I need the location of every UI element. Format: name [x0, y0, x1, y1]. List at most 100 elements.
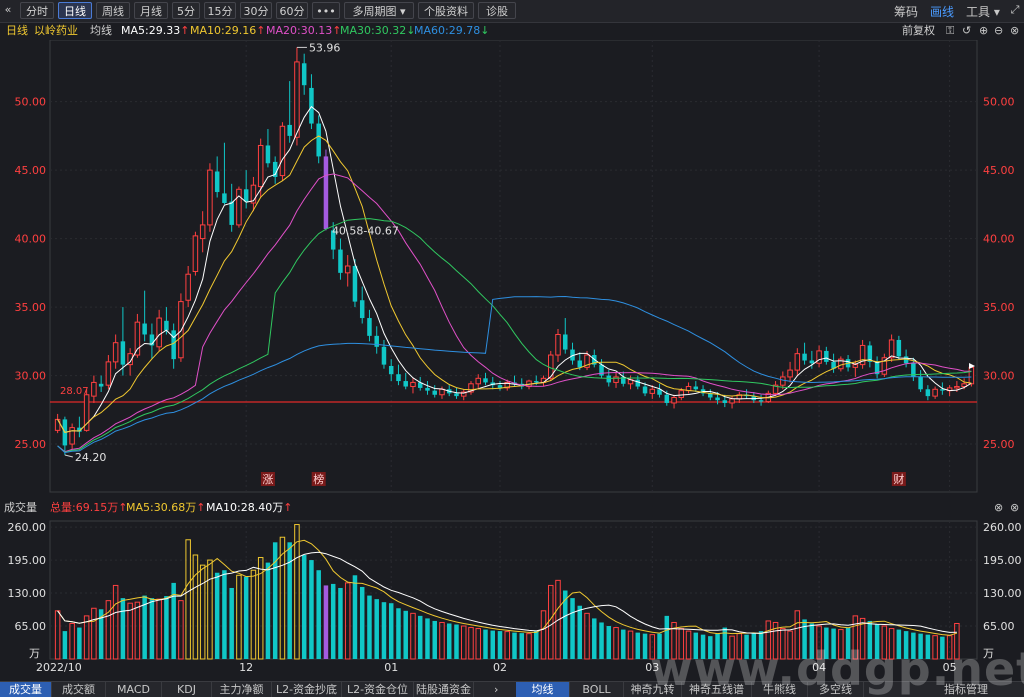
candle-body: [968, 366, 975, 385]
volume-title: 成交量: [4, 501, 37, 514]
candle-body: [475, 377, 481, 385]
bottom-tab[interactable]: BOLL: [570, 682, 624, 697]
volume-bar: [156, 598, 162, 660]
candle-body: [164, 320, 169, 331]
period-button[interactable]: 诊股: [478, 2, 516, 19]
indicator-line: 日线 以岭药业 均线 MA5:29.33↑ MA10:29.16↑ MA20:3…: [0, 22, 1024, 40]
bottom-tab[interactable]: 成交额: [52, 682, 106, 697]
candle-body: [780, 376, 786, 386]
candle-body: [352, 266, 358, 302]
volume-bar: [323, 585, 329, 659]
candle-body: [344, 265, 351, 274]
bottom-tab[interactable]: 均线: [516, 682, 570, 697]
volume-header: 成交量 总量:69.15万↑ MA5:30.68万↑ MA10:28.40万↑ …: [0, 500, 1024, 515]
volume-bar: [359, 586, 365, 659]
volume-bar: [439, 621, 445, 660]
y-tick-left: 45.00: [15, 164, 47, 177]
double-chevron-left-icon[interactable]: «: [2, 3, 14, 17]
volume-bar: [330, 583, 336, 659]
bottom-tab[interactable]: 陆股通资金: [414, 682, 474, 697]
period-button[interactable]: 30分: [240, 2, 272, 19]
volume-bar: [374, 599, 379, 659]
candle-body: [925, 389, 931, 397]
close-icon[interactable]: ⊗: [1010, 500, 1019, 515]
candle-body: [171, 330, 176, 360]
candle-body: [396, 374, 401, 382]
volume-ma-line: [57, 539, 958, 636]
event-marker: 榜: [313, 472, 324, 486]
candles: [54, 47, 975, 456]
lock-icon[interactable]: ⚿: [946, 22, 954, 40]
volume-bar: [222, 570, 227, 659]
watermark: www.ddgp.net: [650, 642, 1024, 696]
period-button[interactable]: 日线: [58, 2, 92, 19]
low-leader: [64, 454, 73, 458]
volume-bar: [592, 618, 597, 659]
period-button[interactable]: 月线: [134, 2, 168, 19]
candle-body: [678, 390, 685, 398]
y-tick-left: 30.00: [15, 370, 47, 383]
chart-canvas[interactable]: 53.96 24.20 40.58-40.67 涨 榜 财 50.00 50.00 45.00…: [0, 40, 1024, 681]
volume-ma5: MA5:30.68万↑: [126, 501, 206, 514]
y-tick-right: 45.00: [983, 164, 1015, 177]
candle-body: [294, 61, 300, 138]
expand-icon[interactable]: ⤢: [1008, 3, 1022, 17]
volume-bar: [367, 595, 372, 659]
volume-bar: [120, 598, 126, 659]
period-button[interactable]: 分时: [20, 2, 54, 19]
x-tick: 2022/10: [36, 661, 82, 674]
volume-bar: [199, 564, 206, 660]
chevron-right-icon[interactable]: ›: [494, 682, 498, 697]
volume-total-text: 总量:69.15万: [50, 501, 119, 514]
draw-line-button[interactable]: 画线: [930, 3, 954, 20]
bottom-tab[interactable]: 成交量: [0, 682, 52, 697]
candle-body: [301, 63, 307, 86]
volume-bar: [134, 601, 141, 660]
period-button[interactable]: 个股资料: [418, 2, 474, 19]
zoom-out-icon[interactable]: ⊖: [994, 22, 1003, 40]
tools-button[interactable]: 工具 ▾: [966, 3, 1000, 20]
candle-body: [940, 389, 945, 391]
ma5-text: MA5:29.33: [121, 24, 181, 37]
volume-bar: [62, 631, 68, 659]
ma-line: [57, 135, 972, 433]
avg-label[interactable]: 均线: [90, 22, 112, 40]
bottom-tab[interactable]: KDJ: [162, 682, 212, 697]
volume-bar: [236, 574, 242, 660]
candle-body: [265, 145, 271, 164]
candle-body: [439, 388, 445, 396]
bottom-tab[interactable]: L2-资金抄底: [272, 682, 342, 697]
period-button[interactable]: 5分: [172, 2, 200, 19]
period-button[interactable]: •••: [312, 2, 340, 19]
period-button[interactable]: 15分: [204, 2, 236, 19]
candle-body: [534, 381, 539, 383]
period-button[interactable]: 60分: [276, 2, 308, 19]
chips-button[interactable]: 筹码: [894, 3, 918, 20]
volume-bar: [446, 623, 452, 659]
candle-body: [802, 353, 807, 361]
close-icon[interactable]: ⊗: [1010, 22, 1019, 40]
period-button[interactable]: 周线: [96, 2, 130, 19]
zoom-in-icon[interactable]: ⊕: [979, 22, 988, 40]
candle-body: [809, 360, 815, 364]
candle-body: [91, 381, 97, 397]
reset-icon[interactable]: ↺: [962, 22, 971, 40]
bottom-tab[interactable]: 主力净额: [212, 682, 272, 697]
candle-body: [432, 390, 437, 395]
volume-bar: [483, 629, 488, 659]
period-button[interactable]: 多周期图 ▾: [344, 2, 414, 19]
vol-tick-left: 195.00: [8, 554, 47, 567]
volume-bar: [642, 633, 648, 659]
settings-icon[interactable]: ⊗: [994, 500, 1003, 515]
ma60-readout: MA60:29.78↓: [414, 22, 489, 40]
volume-bar: [548, 584, 554, 660]
candle-body: [635, 379, 641, 387]
volume-total: 总量:69.15万↑: [50, 501, 128, 514]
bottom-tab[interactable]: MACD: [106, 682, 162, 697]
x-tick: 02: [493, 661, 507, 674]
candle-body: [134, 321, 141, 356]
candle-body: [338, 249, 343, 273]
bottom-tab[interactable]: L2-资金仓位: [342, 682, 414, 697]
candle-body: [932, 388, 938, 397]
adjust-label[interactable]: 前复权: [902, 22, 935, 40]
